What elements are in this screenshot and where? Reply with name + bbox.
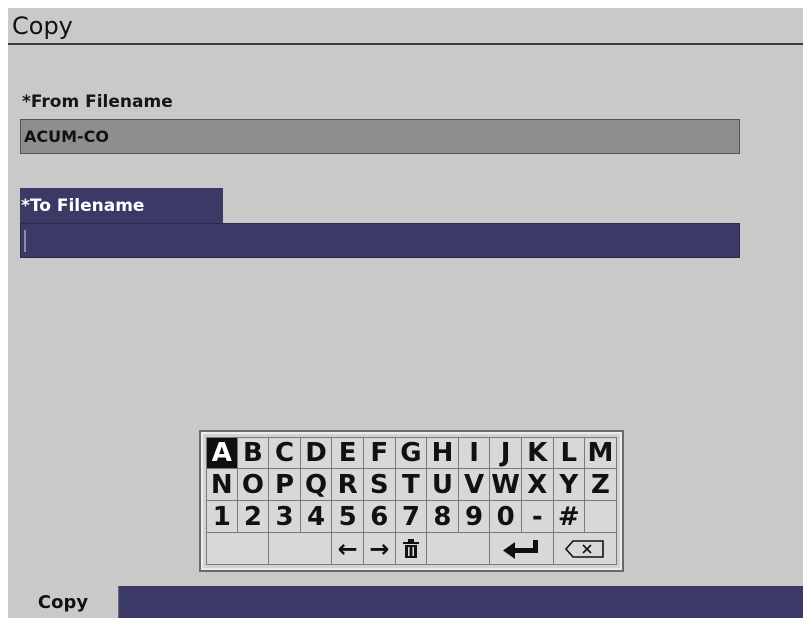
- key-u[interactable]: U: [427, 469, 459, 501]
- key-q[interactable]: Q: [300, 469, 333, 501]
- key-7[interactable]: 7: [395, 501, 428, 533]
- keyboard-row-controls: ← →: [206, 533, 617, 565]
- enter-icon[interactable]: [490, 533, 554, 565]
- key-c[interactable]: C: [269, 437, 301, 469]
- copy-button[interactable]: Copy: [8, 586, 119, 618]
- key-4[interactable]: 4: [300, 501, 333, 533]
- left-arrow-icon[interactable]: ←: [332, 533, 364, 565]
- screen: Copy *From Filename ACUM-CO *To Filename…: [8, 8, 803, 618]
- key-e[interactable]: E: [332, 437, 364, 469]
- key-hash[interactable]: #: [553, 501, 586, 533]
- key-k[interactable]: K: [521, 437, 554, 469]
- key-j[interactable]: J: [490, 437, 522, 469]
- to-filename-input[interactable]: [20, 223, 740, 258]
- key-d[interactable]: D: [300, 437, 333, 469]
- backspace-icon[interactable]: [553, 533, 617, 565]
- key-blank-1[interactable]: [206, 533, 270, 565]
- key-o[interactable]: O: [237, 469, 270, 501]
- key-a[interactable]: A: [206, 437, 238, 469]
- virtual-keyboard: ABCDEFGHIJKLM NOPQRSTUVWXYZ 1 2 3 4 5 6 7 8 9 0- #…: [199, 430, 624, 572]
- key-w[interactable]: W: [490, 469, 522, 501]
- key-l[interactable]: L: [553, 437, 586, 469]
- key-3[interactable]: 3: [269, 501, 301, 533]
- key-b[interactable]: B: [237, 437, 270, 469]
- key-f[interactable]: F: [363, 437, 396, 469]
- key-5[interactable]: 5: [332, 501, 364, 533]
- key-v[interactable]: V: [458, 469, 491, 501]
- key-blank-2[interactable]: [269, 533, 333, 565]
- key-h[interactable]: H: [427, 437, 459, 469]
- key-p[interactable]: P: [269, 469, 301, 501]
- key-m[interactable]: M: [585, 437, 617, 469]
- keyboard-grid: ABCDEFGHIJKLM NOPQRSTUVWXYZ 1 2 3 4 5 6 7 8 9 0- #…: [206, 437, 617, 565]
- key-6[interactable]: 6: [363, 501, 396, 533]
- bottom-bar: Copy: [8, 586, 803, 618]
- keyboard-row-numbers: 1 2 3 4 5 6 7 8 9 0- #: [206, 501, 617, 533]
- from-filename-label: *From Filename: [22, 92, 173, 112]
- key-z[interactable]: Z: [585, 469, 617, 501]
- to-filename-label: *To Filename: [20, 188, 223, 223]
- key-g[interactable]: G: [395, 437, 428, 469]
- key-x[interactable]: X: [521, 469, 554, 501]
- keyboard-row-letters-1: ABCDEFGHIJKLM: [206, 437, 617, 469]
- key-2[interactable]: 2: [237, 501, 270, 533]
- right-arrow-icon[interactable]: →: [363, 533, 396, 565]
- key-dash[interactable]: -: [521, 501, 554, 533]
- key-i[interactable]: I: [458, 437, 491, 469]
- key-blank[interactable]: [585, 501, 617, 533]
- key-1[interactable]: 1: [206, 501, 238, 533]
- key-s[interactable]: S: [363, 469, 396, 501]
- key-blank-3[interactable]: [427, 533, 491, 565]
- key-r[interactable]: R: [332, 469, 364, 501]
- keyboard-row-letters-2: NOPQRSTUVWXYZ: [206, 469, 617, 501]
- key-9[interactable]: 9: [458, 501, 491, 533]
- key-8[interactable]: 8: [427, 501, 459, 533]
- key-0[interactable]: 0: [490, 501, 522, 533]
- key-n[interactable]: N: [206, 469, 238, 501]
- from-filename-field[interactable]: ACUM-CO: [20, 119, 740, 154]
- trash-icon[interactable]: [395, 533, 428, 565]
- key-y[interactable]: Y: [553, 469, 586, 501]
- key-t[interactable]: T: [395, 469, 428, 501]
- page-title: Copy: [8, 8, 803, 45]
- text-cursor: [24, 230, 26, 252]
